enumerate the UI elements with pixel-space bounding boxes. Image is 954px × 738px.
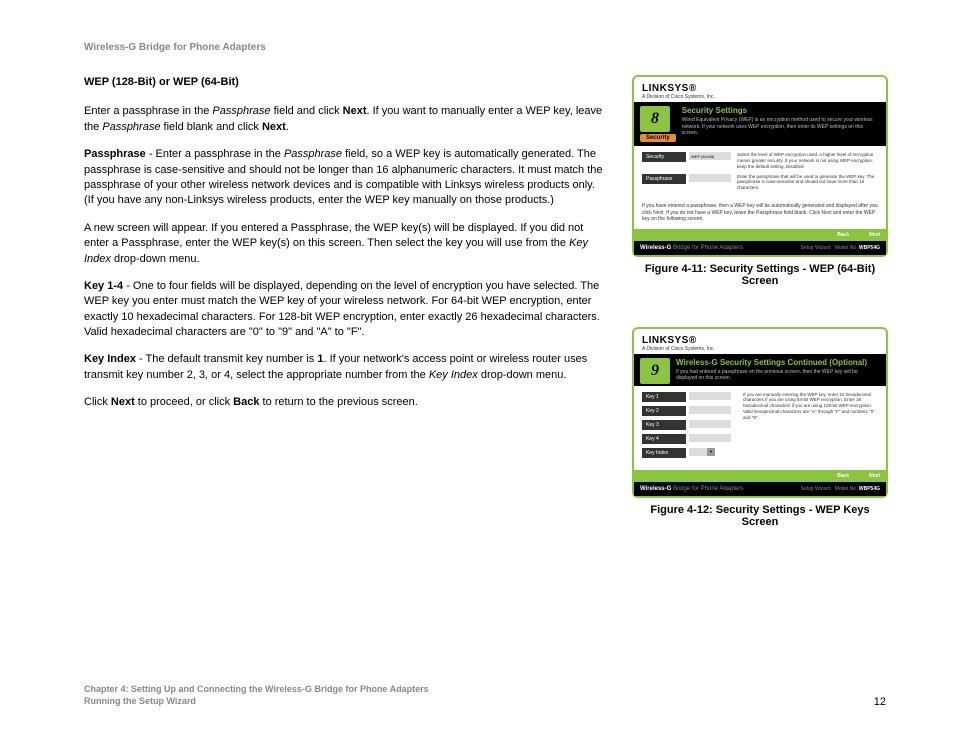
- screenshot-header: LINKSYS® A Division of Cisco Systems, In…: [634, 329, 886, 354]
- keyindex-label: Key Index: [642, 448, 686, 458]
- figure-4-11: LINKSYS® A Division of Cisco Systems, In…: [632, 75, 888, 287]
- banner: 8 Security Security Settings Wired Equiv…: [634, 102, 886, 146]
- next-button[interactable]: Next: [869, 473, 880, 479]
- screenshot-body: Security WEP (64-Bit) Select the level o…: [634, 146, 886, 203]
- page-footer: Chapter 4: Setting Up and Connecting the…: [84, 683, 886, 708]
- button-bar: Back Next: [634, 229, 886, 241]
- back-button[interactable]: Back: [837, 232, 849, 238]
- security-tab: Security: [640, 134, 676, 142]
- paragraph-3: A new screen will appear. If you entered…: [84, 221, 604, 267]
- key4-label: Key 4: [642, 434, 686, 444]
- passphrase-row: Passphrase Enter the passphrase that wil…: [642, 174, 878, 192]
- page-number: 12: [874, 696, 886, 708]
- paragraph-4: Key 1-4 - One to four fields will be dis…: [84, 279, 604, 341]
- key1-input[interactable]: [689, 392, 731, 400]
- banner-desc: Wired Equivalent Privacy (WEP) is an enc…: [682, 117, 880, 137]
- screenshot-header: LINKSYS® A Division of Cisco Systems, In…: [634, 77, 886, 102]
- key3-input[interactable]: [689, 420, 731, 428]
- passphrase-desc: Enter the passphrase that will be used t…: [737, 174, 878, 192]
- page-header: Wireless-G Bridge for Phone Adapters: [84, 42, 880, 53]
- security-desc: Select the level of WEP encryption used.…: [737, 152, 878, 170]
- wizard-screenshot-9: LINKSYS® A Division of Cisco Systems, In…: [632, 327, 888, 498]
- document-page: Wireless-G Bridge for Phone Adapters WEP…: [0, 0, 954, 738]
- wizard-screenshot-8: LINKSYS® A Division of Cisco Systems, In…: [632, 75, 888, 257]
- screenshot-body: Key 1 Key 2 Key 3 Key 4 Key Index ▼ If yo…: [634, 386, 886, 470]
- security-row: Security WEP (64-Bit) Select the level o…: [642, 152, 878, 170]
- figure-4-12: LINKSYS® A Division of Cisco Systems, In…: [632, 327, 888, 528]
- back-button[interactable]: Back: [837, 473, 849, 479]
- banner-desc: If you had entered a passphrase on the p…: [676, 369, 880, 382]
- key1-label: Key 1: [642, 392, 686, 402]
- banner: 9 Wireless-G Security Settings Continued…: [634, 354, 886, 386]
- chevron-down-icon: ▼: [707, 448, 715, 456]
- figure-caption-11: Figure 4-11: Security Settings - WEP (64…: [632, 263, 888, 287]
- logo-subtitle: A Division of Cisco Systems, Inc.: [642, 94, 878, 100]
- left-column: WEP (128-Bit) or WEP (64-Bit) Enter a pa…: [84, 75, 604, 568]
- banner-title: Wireless-G Security Settings Continued (…: [676, 358, 880, 367]
- keyindex-dropdown[interactable]: ▼: [689, 448, 715, 456]
- step-badge: 9: [640, 358, 670, 384]
- screenshot-footer: Wireless-G Bridge for Phone Adapters Set…: [634, 241, 886, 255]
- key4-input[interactable]: [689, 434, 731, 442]
- figure-caption-12: Figure 4-12: Security Settings - WEP Key…: [632, 504, 888, 528]
- security-dropdown[interactable]: WEP (64-Bit): [689, 152, 731, 160]
- paragraph-2: Passphrase - Enter a passphrase in the P…: [84, 147, 604, 209]
- right-column: LINKSYS® A Division of Cisco Systems, In…: [604, 75, 888, 568]
- section-heading: WEP (128-Bit) or WEP (64-Bit): [84, 75, 604, 90]
- key2-label: Key 2: [642, 406, 686, 416]
- key2-input[interactable]: [689, 406, 731, 414]
- banner-title: Security Settings: [682, 106, 880, 115]
- paragraph-1: Enter a passphrase in the Passphrase fie…: [84, 104, 604, 135]
- content-area: WEP (128-Bit) or WEP (64-Bit) Enter a pa…: [84, 75, 880, 568]
- paragraph-6: Click Next to proceed, or click Back to …: [84, 395, 604, 410]
- paragraph-5: Key Index - The default transmit key num…: [84, 352, 604, 383]
- security-label: Security: [642, 152, 686, 162]
- linksys-logo: LINKSYS®: [642, 335, 878, 346]
- linksys-logo: LINKSYS®: [642, 83, 878, 94]
- step-badge: 8: [640, 106, 670, 132]
- footer-chapter: Chapter 4: Setting Up and Connecting the…: [84, 683, 429, 708]
- passphrase-label: Passphrase: [642, 174, 686, 184]
- next-button[interactable]: Next: [869, 232, 880, 238]
- keys-desc: If you are manually entering the WEP key…: [737, 392, 878, 462]
- logo-subtitle: A Division of Cisco Systems, Inc.: [642, 346, 878, 352]
- button-bar: Back Next: [634, 470, 886, 482]
- screenshot-footer: Wireless-G Bridge for Phone Adapters Set…: [634, 482, 886, 496]
- screenshot-note: If you have entered a passphrase, then a…: [634, 203, 886, 229]
- passphrase-input[interactable]: [689, 174, 731, 182]
- key3-label: Key 3: [642, 420, 686, 430]
